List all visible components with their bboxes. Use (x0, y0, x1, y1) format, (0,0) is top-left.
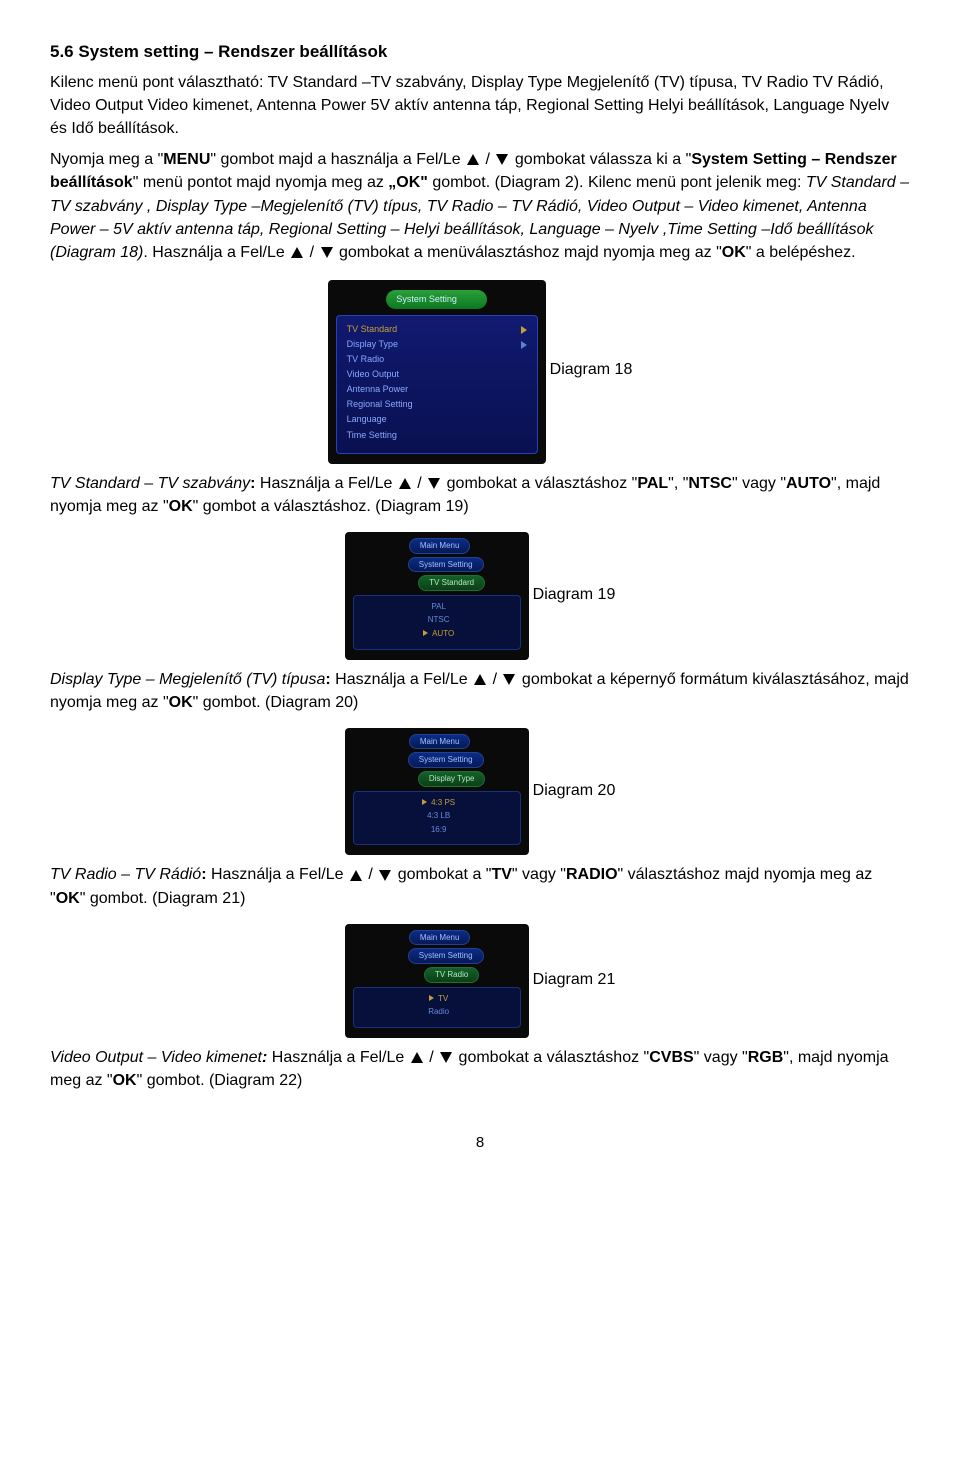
diagram-20-image: Main Menu System Setting Display Type 4:… (345, 728, 529, 856)
diagram-21-caption: Diagram 21 (533, 968, 616, 991)
up-triangle-icon (291, 247, 303, 258)
down-triangle-icon (440, 1052, 452, 1063)
up-triangle-icon (411, 1052, 423, 1063)
up-triangle-icon (474, 674, 486, 685)
up-triangle-icon (467, 154, 479, 165)
paragraph-video-output: Video Output – Video kimenet: Használja … (50, 1046, 910, 1092)
section-heading: 5.6 System setting – Rendszer beállításo… (50, 40, 910, 65)
paragraph-tv-standard: TV Standard – TV szabvány: Használja a F… (50, 472, 910, 518)
paragraph-tv-radio: TV Radio – TV Rádió: Használja a Fel/Le … (50, 863, 910, 909)
page-number: 8 (50, 1132, 910, 1154)
up-triangle-icon (399, 478, 411, 489)
paragraph-1: Nyomja meg a "MENU" gombot majd a haszná… (50, 148, 910, 264)
paragraph-display-type: Display Type – Megjelenítő (TV) típusa: … (50, 668, 910, 714)
up-triangle-icon (350, 870, 362, 881)
intro-text: Kilenc menü pont választható: TV Standar… (50, 71, 910, 141)
diagram-19-image: Main Menu System Setting TV Standard PAL… (345, 532, 529, 660)
down-triangle-icon (503, 674, 515, 685)
down-triangle-icon (428, 478, 440, 489)
diagram-19-caption: Diagram 19 (533, 583, 616, 606)
down-triangle-icon (379, 870, 391, 881)
menu-title: System Setting (386, 290, 487, 309)
diagram-18-image: System Setting TV Standard Display Type … (328, 280, 546, 463)
down-triangle-icon (321, 247, 333, 258)
diagram-21-image: Main Menu System Setting TV Radio TV Rad… (345, 924, 529, 1038)
down-triangle-icon (496, 154, 508, 165)
diagram-18-caption: Diagram 18 (550, 358, 633, 381)
diagram-20-caption: Diagram 20 (533, 779, 616, 802)
